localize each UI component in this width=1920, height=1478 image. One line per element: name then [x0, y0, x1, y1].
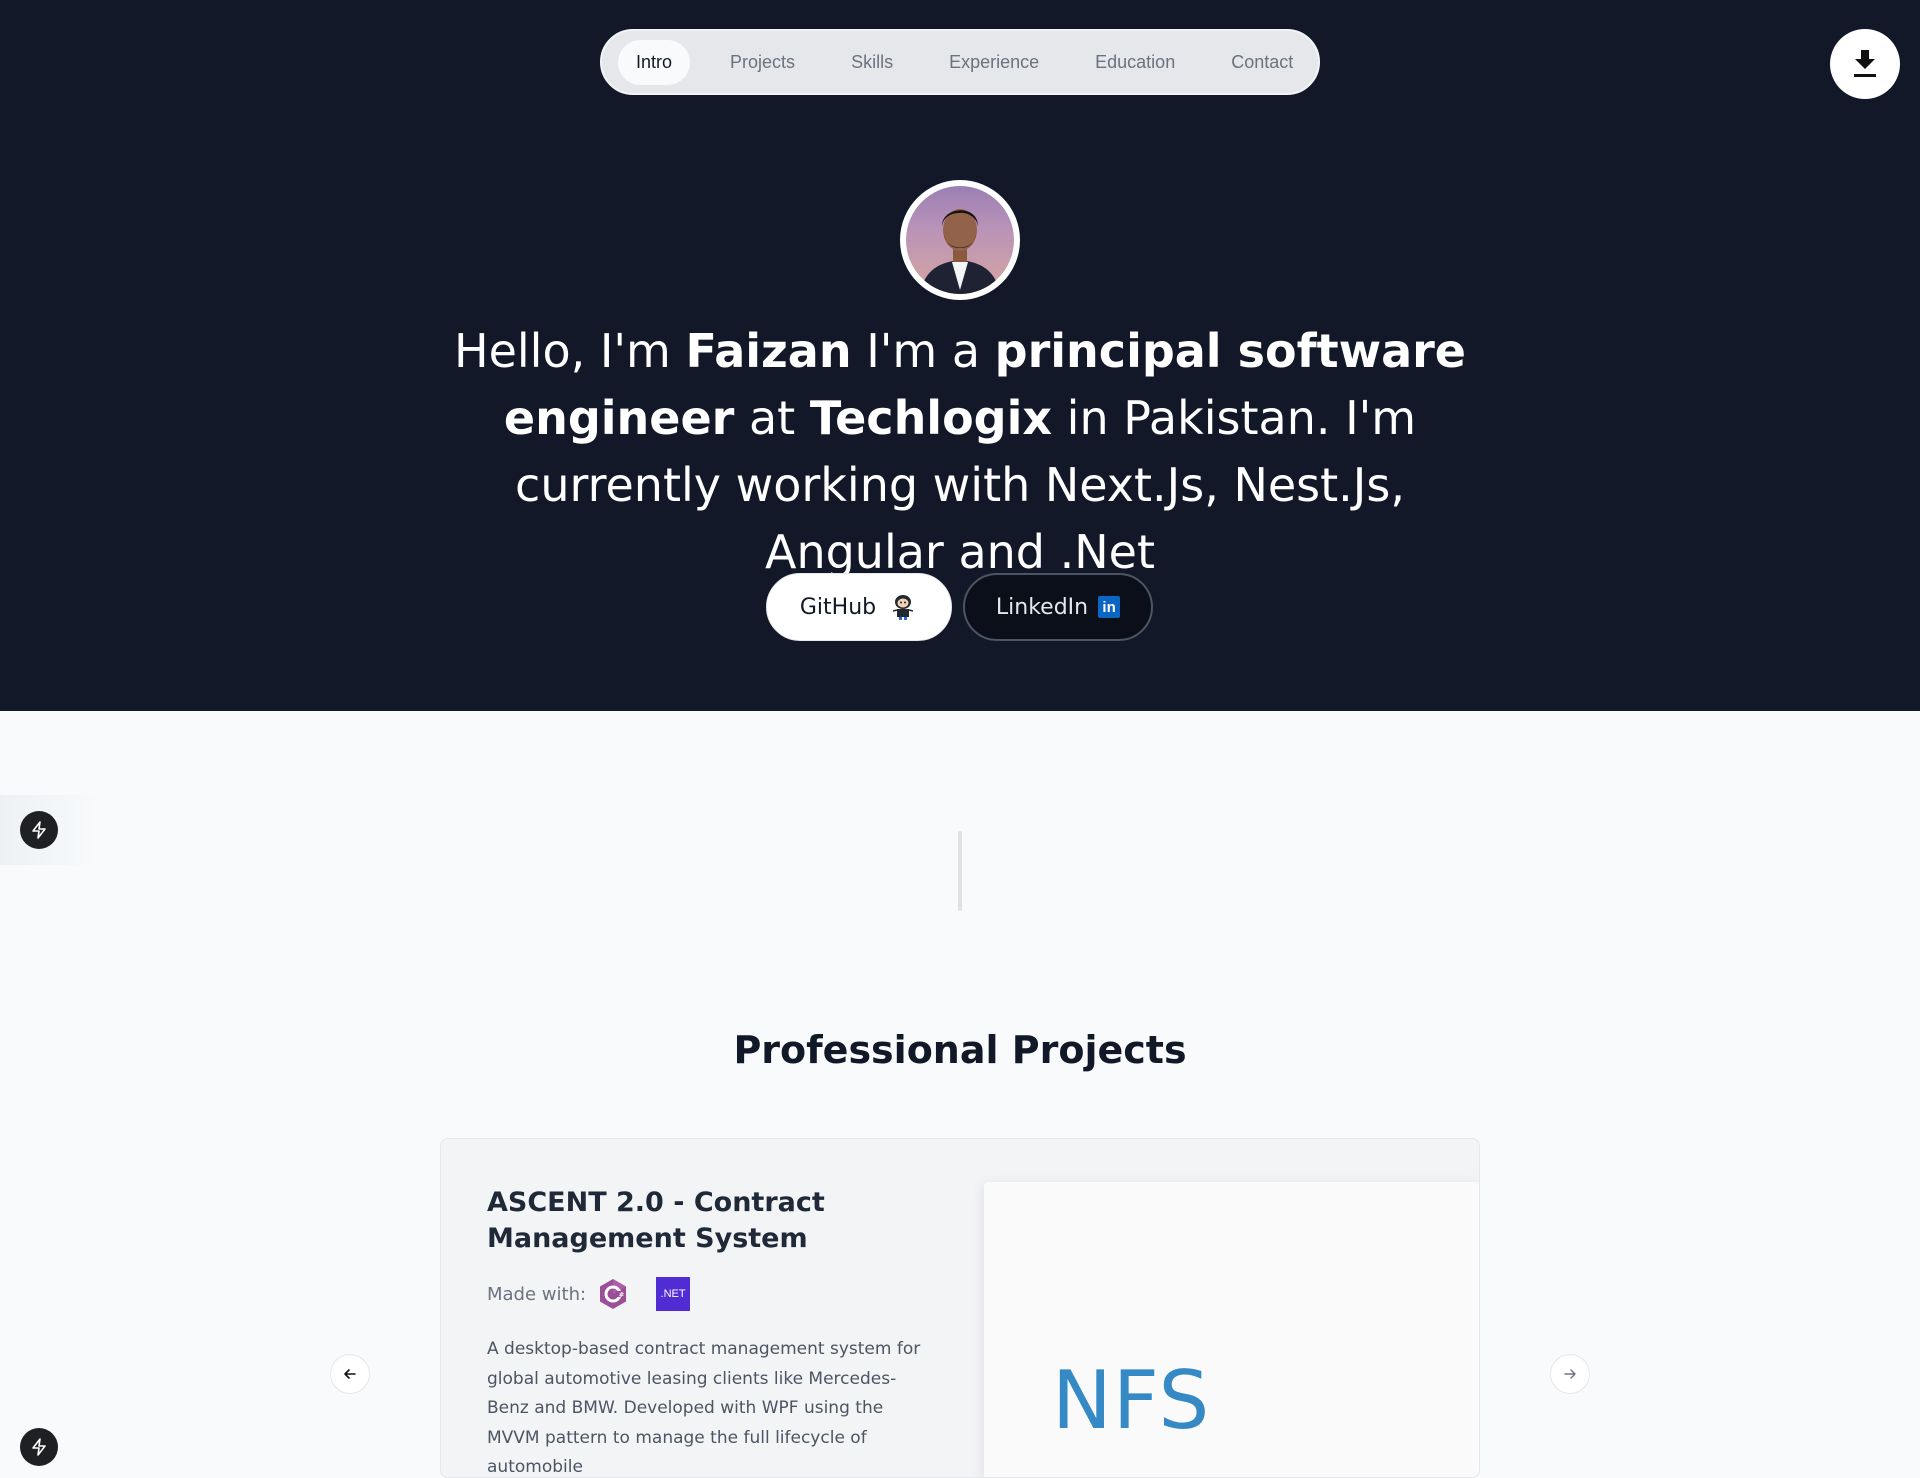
- lightning-icon: [32, 821, 46, 839]
- made-with-label: Made with:: [487, 1283, 587, 1305]
- hero-intro-part1: Hello, I'm: [454, 324, 686, 378]
- lightning-icon: [32, 1438, 46, 1456]
- hero-intro-part3: at: [734, 391, 810, 445]
- carousel-next-button[interactable]: [1550, 1354, 1590, 1394]
- section-title: Professional Projects: [733, 1028, 1187, 1072]
- hero-intro: Hello, I'm Faizan I'm a principal softwa…: [440, 318, 1480, 586]
- csharp-icon: #: [600, 1279, 627, 1309]
- nav-item-skills[interactable]: Skills: [833, 40, 911, 85]
- linkedin-button[interactable]: LinkedIn in: [963, 573, 1153, 641]
- github-label: GitHub: [799, 594, 877, 620]
- arrow-left-icon: [344, 1369, 356, 1379]
- hero-section: Intro Projects Skills Experience Educati…: [0, 0, 1920, 711]
- nav-item-intro[interactable]: Intro: [618, 39, 691, 85]
- project-card[interactable]: ASCENT 2.0 - Contract Management System …: [440, 1138, 1480, 1478]
- avatar: [900, 180, 1020, 300]
- quick-action-button[interactable]: [20, 811, 58, 849]
- nfs-logo: NFS: [1052, 1354, 1211, 1447]
- github-button[interactable]: GitHub: [766, 573, 952, 641]
- hero-intro-part2: I'm a: [851, 324, 995, 378]
- nav-item-projects[interactable]: Projects: [712, 40, 813, 85]
- arrow-right-icon: [1564, 1369, 1576, 1379]
- hero-name: Faizan: [685, 324, 852, 378]
- project-description: A desktop-based contract management syst…: [487, 1339, 921, 1477]
- nav-item-contact[interactable]: Contact: [1213, 40, 1311, 85]
- github-octocat-icon: [892, 595, 914, 620]
- nav-item-education[interactable]: Education: [1077, 40, 1193, 85]
- section-divider: [958, 831, 962, 911]
- dotnet-icon: .NET: [656, 1277, 691, 1311]
- linkedin-icon: in: [1098, 596, 1121, 618]
- quick-action-button-bottom[interactable]: [20, 1428, 58, 1466]
- project-image[interactable]: NFS: [984, 1182, 1479, 1477]
- project-title: ASCENT 2.0 - Contract Management System: [487, 1187, 825, 1254]
- svg-text:#: #: [619, 1291, 625, 1299]
- made-with-row: Made with: # .NET: [487, 1277, 691, 1311]
- hero-company: Techlogix: [809, 391, 1053, 445]
- nav-item-experience[interactable]: Experience: [931, 40, 1057, 85]
- avatar-photo: [906, 186, 1014, 294]
- carousel-prev-button[interactable]: [330, 1354, 370, 1394]
- linkedin-label: LinkedIn: [995, 594, 1089, 620]
- download-resume-button[interactable]: [1830, 29, 1900, 99]
- download-icon: [1854, 50, 1876, 77]
- top-nav: Intro Projects Skills Experience Educati…: [600, 29, 1320, 95]
